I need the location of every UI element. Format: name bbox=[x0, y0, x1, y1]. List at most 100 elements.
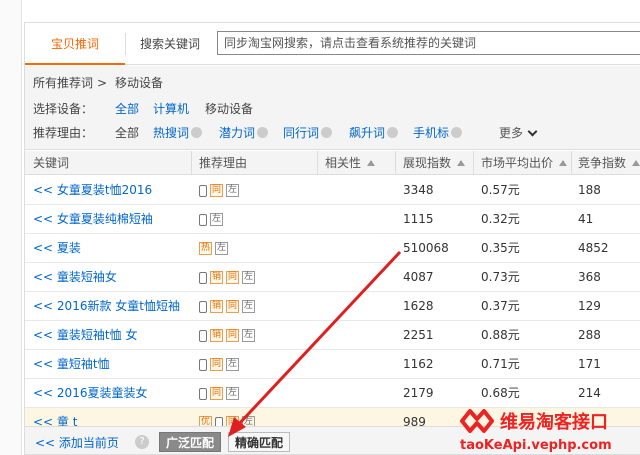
help-icon[interactable]: ? bbox=[135, 435, 149, 449]
device-option-computer[interactable]: 计算机 bbox=[153, 100, 189, 118]
avg-bid-value: 0.35元 bbox=[481, 241, 520, 255]
keyword-search-box[interactable] bbox=[217, 31, 640, 55]
table-row: << 女童夏装纯棉短袖 左 1115 0.32元 41 bbox=[25, 205, 640, 234]
reason-tags: 同左 bbox=[199, 379, 309, 407]
competition-value: 129 bbox=[578, 299, 601, 313]
impressions-value: 2251 bbox=[403, 328, 434, 342]
reason-tags: 销同左 bbox=[199, 263, 309, 291]
device-option-mobile[interactable]: 移动设备 bbox=[205, 100, 253, 118]
keyword-link[interactable]: << 童短袖t恤 bbox=[33, 350, 193, 378]
mobile-device-icon bbox=[199, 213, 207, 226]
tab-search-keywords[interactable]: 搜索关键词 bbox=[127, 23, 213, 65]
reason-tags: 同左 bbox=[199, 350, 309, 378]
keyword-link[interactable]: << 2016夏装童装女 bbox=[33, 379, 193, 407]
filter-area: 所有推荐词 > 移动设备 选择设备： 全部 计算机 移动设备 推荐理由： 全部 … bbox=[25, 66, 640, 150]
keyword-link[interactable]: << 童装短袖女 bbox=[33, 263, 193, 291]
keyword-link[interactable]: << 2016新款 女童t恤短袖 bbox=[33, 292, 193, 320]
reason-tag: 左 bbox=[226, 387, 240, 400]
sort-up-icon bbox=[457, 159, 466, 166]
keyword-recommend-panel: 宝贝推词 搜索关键词 所有推荐词 > 移动设备 选择设备： 全部 计算机 移动设… bbox=[24, 22, 640, 455]
chevron-down-icon bbox=[527, 126, 538, 137]
header-competition[interactable]: 竞争指数 bbox=[578, 151, 640, 175]
reason-filter-label: 推荐理由： bbox=[33, 126, 94, 140]
mobile-device-icon bbox=[199, 387, 207, 400]
header-keyword: 关键词 bbox=[33, 156, 70, 170]
breadcrumb: 所有推荐词 > 移动设备 bbox=[33, 74, 633, 92]
device-option-all[interactable]: 全部 bbox=[115, 100, 139, 118]
avg-bid-value: 0.37元 bbox=[481, 299, 520, 313]
keyword-link[interactable]: << 女童夏装纯棉短袖 bbox=[33, 205, 193, 233]
more-label: 更多 bbox=[499, 126, 524, 140]
header-impressions[interactable]: 展现指数 bbox=[403, 151, 466, 175]
competition-value: 288 bbox=[578, 328, 601, 342]
keyword-link[interactable]: << 童装短袖t恤 女 bbox=[33, 321, 193, 349]
relevance-bar bbox=[327, 419, 375, 425]
header-relevance[interactable]: 相关性 bbox=[325, 151, 376, 175]
avg-bid-value: 0.88元 bbox=[481, 328, 520, 342]
help-icon[interactable] bbox=[257, 127, 268, 138]
header-impressions-label: 展现指数 bbox=[403, 156, 452, 170]
broad-match-button[interactable]: 广泛匹配 bbox=[159, 432, 222, 452]
header-reason: 推荐理由 bbox=[199, 156, 248, 170]
tab-item-recommend[interactable]: 宝贝推词 bbox=[25, 23, 125, 65]
mobile-device-icon bbox=[199, 358, 207, 371]
header-divider bbox=[191, 151, 192, 175]
reason-option-peer[interactable]: 同行词 bbox=[283, 124, 319, 142]
reason-option-potential[interactable]: 潜力词 bbox=[219, 124, 255, 142]
relevance-bar bbox=[327, 245, 375, 251]
help-icon[interactable] bbox=[451, 127, 462, 138]
exact-match-button[interactable]: 精确匹配 bbox=[228, 432, 291, 452]
impressions-value: 3348 bbox=[403, 183, 434, 197]
reason-option-rising[interactable]: 飙升词 bbox=[349, 124, 385, 142]
brand-logo-icon bbox=[460, 409, 494, 433]
avg-bid-value: 0.32元 bbox=[481, 212, 520, 226]
table-row: << 夏装热左 510068 0.35元 4852 bbox=[25, 234, 640, 263]
header-divider bbox=[571, 151, 572, 175]
help-icon[interactable] bbox=[387, 127, 398, 138]
keyword-link[interactable]: << 夏装 bbox=[33, 234, 193, 262]
reason-option-mobile-tag[interactable]: 手机标 bbox=[413, 124, 449, 142]
sort-up-icon bbox=[559, 159, 568, 166]
avg-bid-value: 0.57元 bbox=[481, 183, 520, 197]
watermark-title: 维易淘客接口 bbox=[500, 412, 608, 433]
table-header: 关键词 推荐理由 相关性 展现指数 市场平均出价 竞争指数 bbox=[25, 151, 640, 175]
device-filter-label: 选择设备： bbox=[33, 102, 94, 116]
reason-tag: 销 bbox=[210, 300, 224, 313]
help-icon[interactable] bbox=[321, 127, 332, 138]
header-divider bbox=[395, 151, 396, 175]
breadcrumb-separator: > bbox=[97, 76, 108, 90]
reason-option-all[interactable]: 全部 bbox=[115, 124, 139, 142]
reason-tag: 同 bbox=[210, 184, 224, 197]
reason-tag: 同 bbox=[210, 358, 224, 371]
device-filter-row: 选择设备： 全部 计算机 移动设备 bbox=[33, 100, 633, 118]
avg-bid-value: 0.68元 bbox=[481, 386, 520, 400]
breadcrumb-root[interactable]: 所有推荐词 bbox=[33, 74, 93, 92]
relevance-bar bbox=[327, 361, 375, 367]
table-row: << 女童夏装t恤2016 同左 3348 0.57元 188 bbox=[25, 176, 640, 205]
impressions-value: 1162 bbox=[403, 357, 434, 371]
reason-tags: 同左 bbox=[199, 176, 309, 204]
competition-value: 214 bbox=[578, 386, 601, 400]
table-row: << 2016新款 女童t恤短袖销同左 1628 0.37元 129 bbox=[25, 292, 640, 321]
reason-tag: 左 bbox=[226, 358, 240, 371]
left-panel-edge bbox=[0, 0, 22, 455]
more-filters-toggle[interactable]: 更多 bbox=[499, 124, 538, 142]
help-icon[interactable] bbox=[191, 127, 202, 138]
reason-tag: 同 bbox=[226, 271, 240, 284]
avg-bid-value: 0.71元 bbox=[481, 357, 520, 371]
header-avg-bid-label: 市场平均出价 bbox=[481, 156, 554, 170]
mobile-device-icon bbox=[199, 300, 207, 313]
reason-option-hot[interactable]: 热搜词 bbox=[153, 124, 189, 142]
keyword-link[interactable]: << 女童夏装t恤2016 bbox=[33, 176, 193, 204]
table-row: << 童装短袖t恤 女销同左 2251 0.88元 288 bbox=[25, 321, 640, 350]
relevance-bar bbox=[327, 332, 375, 338]
add-current-page-link[interactable]: << 添加当前页 bbox=[35, 434, 119, 451]
table-row: << 2016夏装童装女同左 2179 0.68元 214 bbox=[25, 379, 640, 408]
reason-tag: 同 bbox=[210, 387, 224, 400]
keyword-search-input[interactable] bbox=[218, 32, 640, 54]
header-avg-bid[interactable]: 市场平均出价 bbox=[481, 151, 568, 175]
competition-value: 41 bbox=[578, 212, 594, 226]
watermark-url: taoKeApi.vephp.com bbox=[460, 438, 612, 453]
reason-filter-row: 推荐理由： 全部 热搜词 潜力词 同行词 飙升词 手机标 更多 bbox=[33, 124, 633, 142]
table-row: << 童短袖t恤同左 1162 0.71元 171 bbox=[25, 350, 640, 379]
